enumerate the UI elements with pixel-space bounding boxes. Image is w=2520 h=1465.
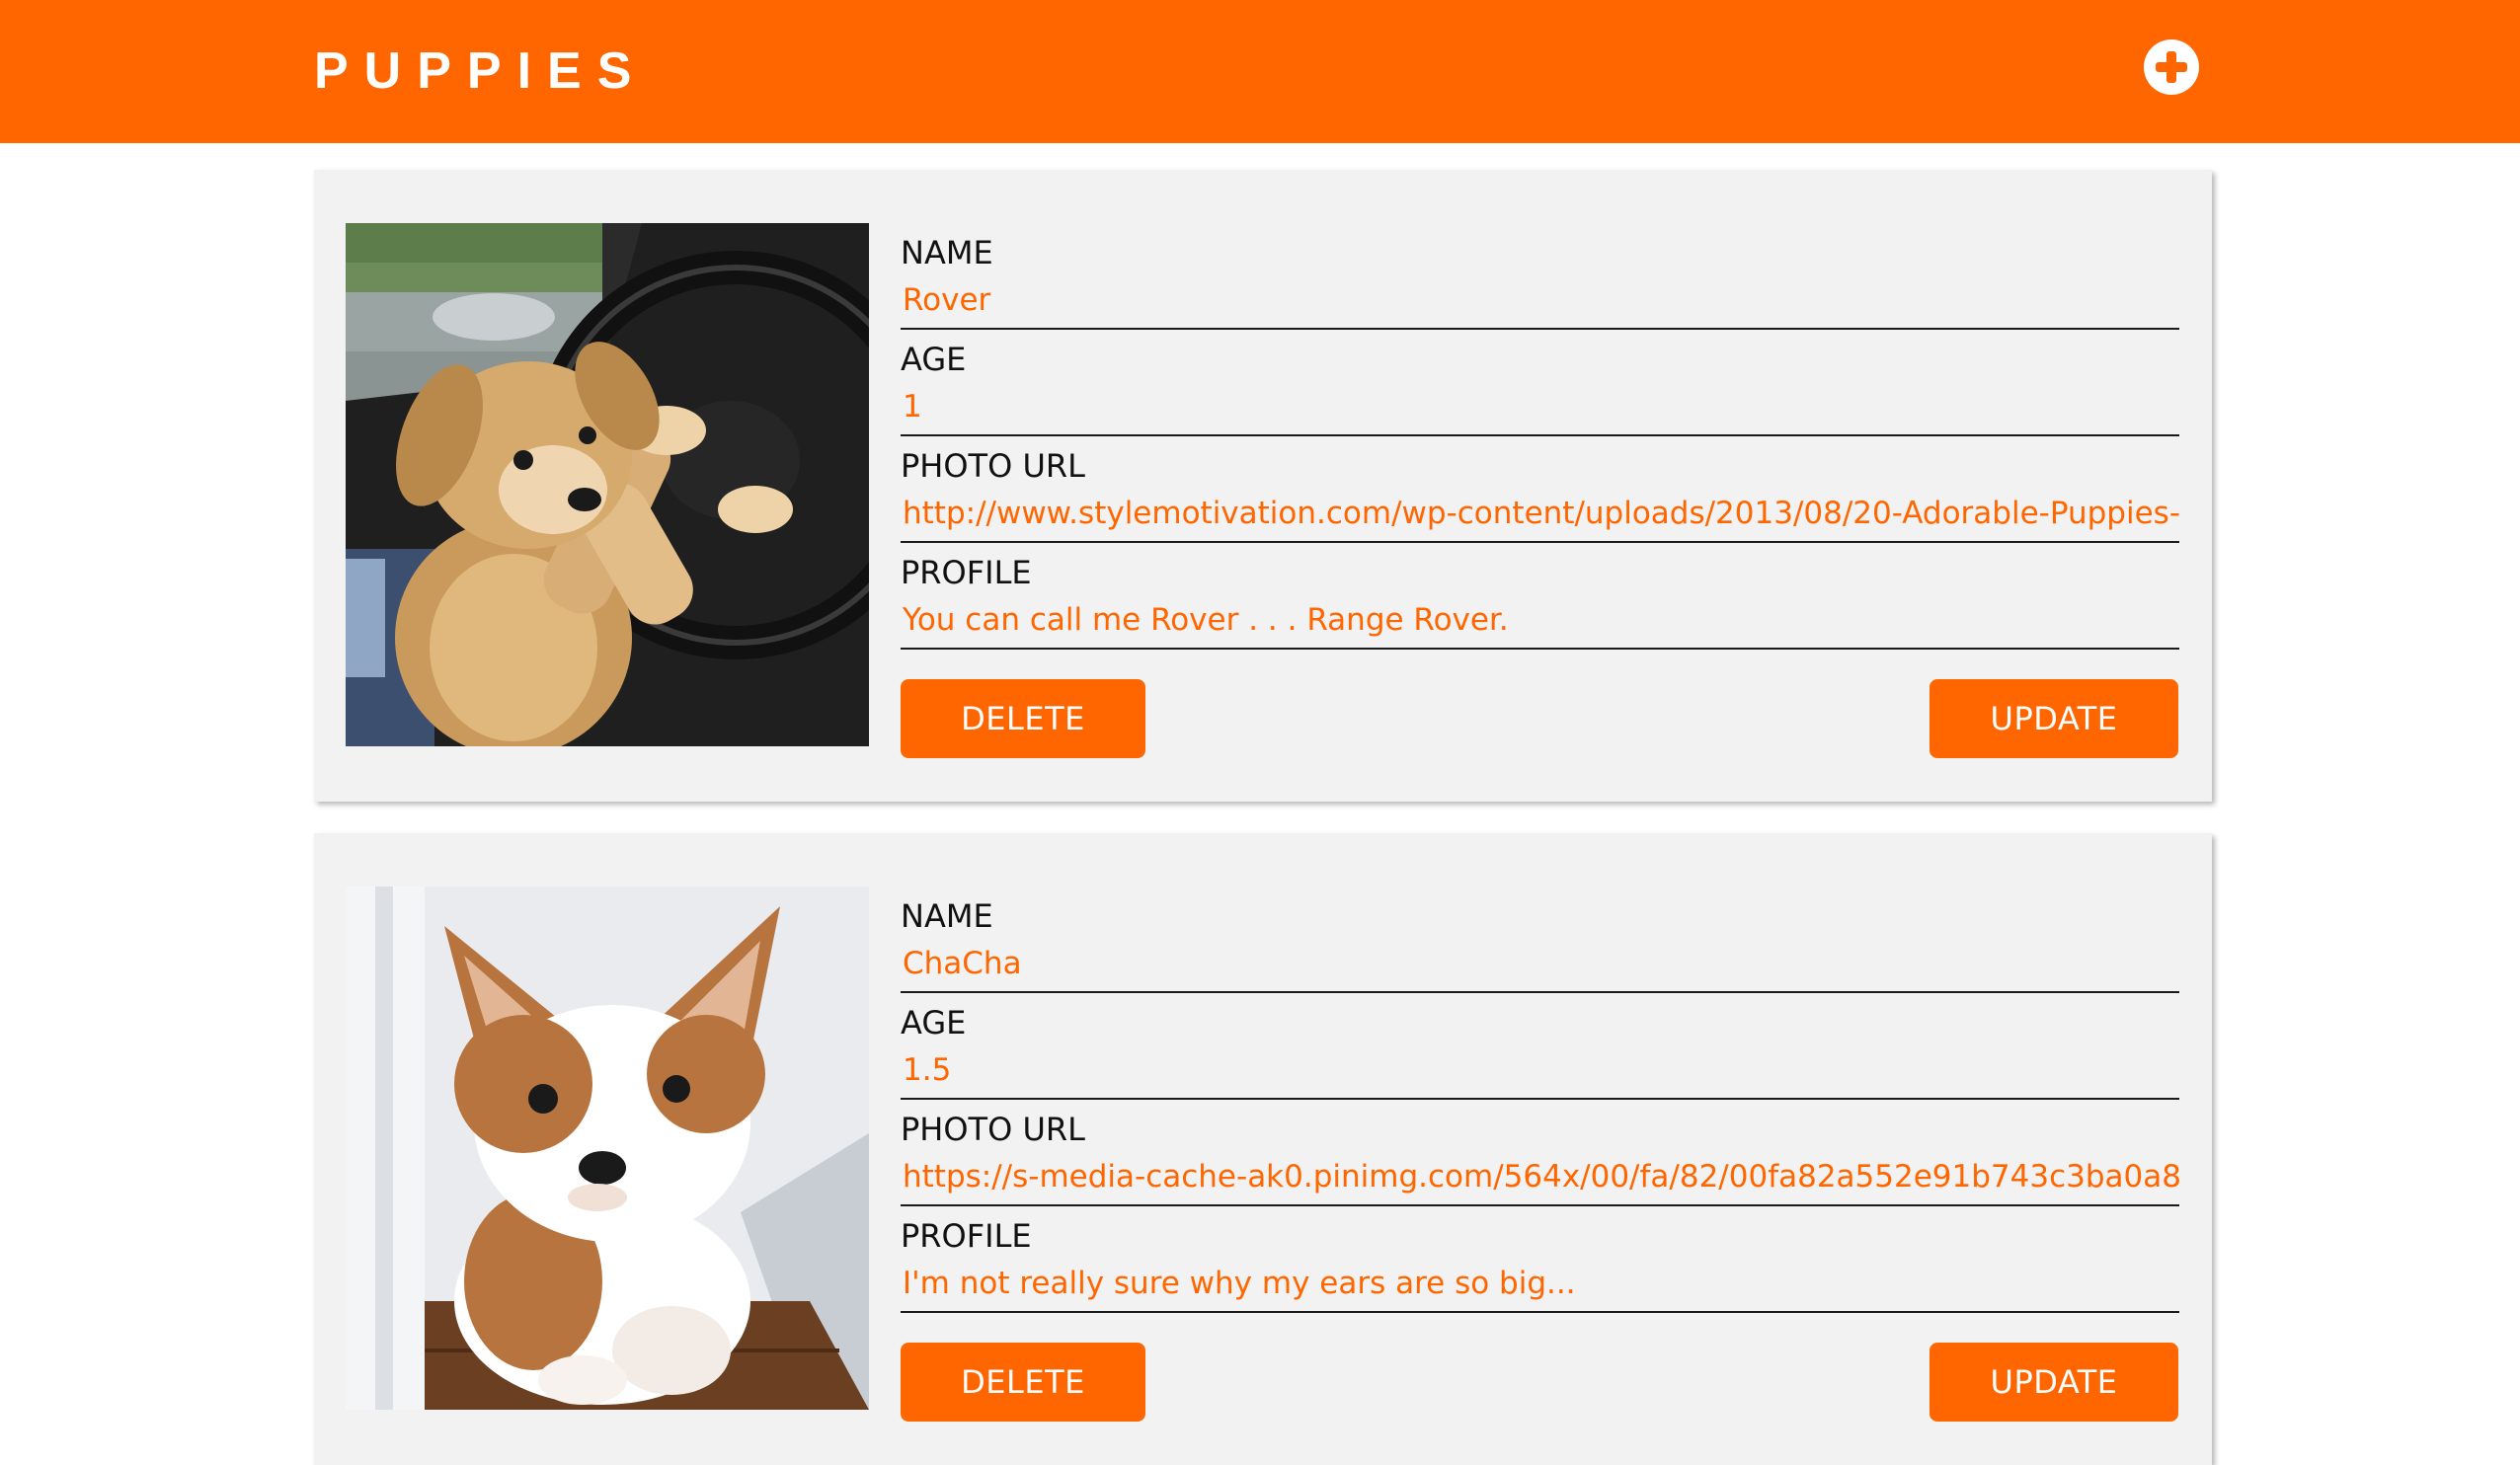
age-label: AGE: [901, 1004, 967, 1041]
profile-label: PROFILE: [901, 554, 1032, 591]
profile-input[interactable]: [903, 1264, 2179, 1303]
name-field: NAME: [901, 887, 2179, 993]
age-input[interactable]: [903, 1050, 2179, 1090]
puppy-card: NAME AGE PHOTO URL PROFILE DELETE UPDATE: [314, 170, 2212, 802]
photo-url-input[interactable]: [903, 1157, 2179, 1196]
update-button[interactable]: UPDATE: [1929, 1343, 2178, 1422]
puppy-photo: [346, 887, 869, 1410]
photo-url-label: PHOTO URL: [901, 1111, 1085, 1148]
delete-button[interactable]: DELETE: [901, 1343, 1145, 1422]
puppy-card: NAME AGE PHOTO URL PROFILE DELETE UPDATE: [314, 833, 2212, 1465]
name-field: NAME: [901, 223, 2179, 330]
name-label: NAME: [901, 897, 993, 935]
photo-url-field: PHOTO URL: [901, 1100, 2179, 1206]
name-input[interactable]: [903, 280, 2179, 320]
delete-button[interactable]: DELETE: [901, 679, 1145, 758]
add-puppy-button[interactable]: [2144, 39, 2199, 95]
app-title: PUPPIES: [314, 42, 648, 100]
profile-label: PROFILE: [901, 1217, 1032, 1255]
update-button[interactable]: UPDATE: [1929, 679, 2178, 758]
photo-url-field: PHOTO URL: [901, 436, 2179, 543]
profile-field: PROFILE: [901, 543, 2179, 650]
photo-url-input[interactable]: [903, 494, 2179, 533]
name-input[interactable]: [903, 944, 2179, 983]
age-label: AGE: [901, 341, 967, 378]
age-field: AGE: [901, 993, 2179, 1100]
photo-url-label: PHOTO URL: [901, 447, 1085, 485]
profile-field: PROFILE: [901, 1206, 2179, 1313]
profile-input[interactable]: [903, 600, 2179, 640]
age-input[interactable]: [903, 387, 2179, 426]
puppy-photo: [346, 223, 869, 746]
age-field: AGE: [901, 330, 2179, 436]
name-label: NAME: [901, 234, 993, 271]
app-header: PUPPIES: [0, 0, 2520, 143]
